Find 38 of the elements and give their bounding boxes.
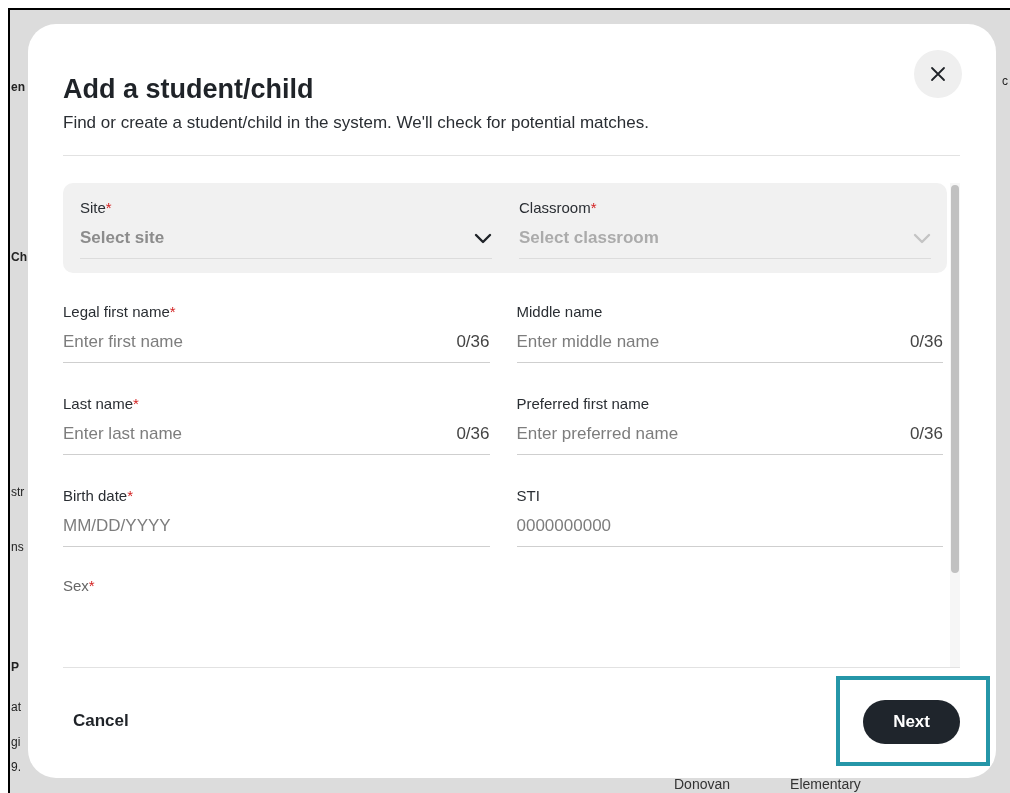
input-field[interactable]: MM/DD/YYYY — [63, 516, 490, 536]
input-field[interactable]: 0000000000 — [516, 516, 943, 536]
character-counter: 0/36 — [456, 332, 490, 352]
background-text: 9. — [11, 760, 21, 774]
character-counter: 0/36 — [909, 424, 943, 444]
input-field[interactable]: Enter first name — [63, 332, 457, 352]
background-text: gi — [11, 735, 21, 749]
input-field[interactable]: Enter middle name — [516, 332, 910, 352]
field-label: Birth date* — [63, 487, 135, 504]
character-counter: 0/36 — [456, 424, 490, 444]
background-text: str — [11, 485, 25, 499]
background-text: ns — [11, 540, 24, 554]
background-text: at — [11, 700, 21, 714]
input-field[interactable]: Enter preferred name — [516, 424, 910, 444]
field-label: STI — [516, 487, 541, 504]
table-cell: Donovan — [674, 776, 731, 792]
background-text: en — [11, 80, 25, 94]
background-text: P — [11, 660, 19, 674]
background-text: c — [1002, 74, 1008, 88]
cancel-button[interactable]: Cancel — [63, 703, 139, 739]
select-field[interactable]: Site* Select site — [80, 199, 492, 259]
field-label: Last name* — [63, 395, 140, 412]
dialog-title: Add a student/child — [63, 74, 315, 105]
chevron-down-icon — [474, 232, 492, 244]
input-field[interactable]: Enter last name — [63, 424, 457, 444]
dialog-subtitle: Find or create a student/child in the system. We'll check for potential matches. — [63, 113, 649, 133]
field-label: Middle name — [516, 303, 604, 320]
character-counter: 0/36 — [909, 332, 943, 352]
scrollbar[interactable] — [950, 183, 960, 667]
background-text: Ch — [11, 250, 27, 264]
field-label: Sex* — [63, 577, 96, 594]
close-button[interactable] — [914, 50, 962, 98]
field-label: Preferred first name — [516, 395, 651, 412]
close-icon — [930, 66, 946, 82]
field-label: Legal first name* — [63, 303, 177, 320]
chevron-down-icon — [913, 232, 931, 244]
next-button[interactable]: Next — [863, 700, 960, 744]
table-cell: Elementary — [790, 776, 861, 792]
